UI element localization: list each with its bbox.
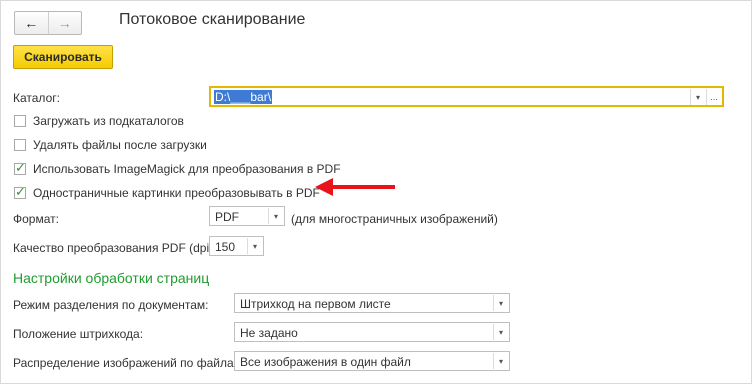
split-mode-value: Штрихкод на первом листе: [240, 297, 391, 311]
section-title: Настройки обработки страниц: [13, 270, 210, 286]
quality-label: Качество преобразования PDF (dpi):: [13, 241, 217, 255]
checkbox-imagemagick[interactable]: [14, 160, 26, 176]
checkbox-single-page-pdf-label: Одностраничные картинки преобразовывать …: [33, 186, 320, 200]
checkbox-imagemagick-label: Использовать ImageMagick для преобразова…: [33, 162, 341, 176]
quality-dropdown-button[interactable]: ▾: [247, 238, 262, 254]
format-value: PDF: [215, 210, 239, 224]
catalog-select-button[interactable]: ...: [706, 89, 721, 105]
navigation-buttons: ← →: [14, 11, 82, 35]
forward-button[interactable]: →: [49, 12, 82, 34]
image-distribution-label: Распределение изображений по файлам:: [13, 356, 246, 370]
catalog-dropdown-button[interactable]: ▾: [690, 89, 705, 105]
arrow-right-icon: →: [57, 15, 72, 31]
chevron-down-icon: ▾: [695, 92, 700, 102]
barcode-position-select[interactable]: Не задано ▾: [234, 322, 510, 342]
window: ← → Потоковое сканирование Сканировать К…: [0, 0, 752, 384]
annotation-arrow-icon: [315, 178, 395, 196]
page-title: Потоковое сканирование: [119, 11, 306, 28]
barcode-position-label: Положение штрихкода:: [13, 327, 144, 341]
split-mode-dropdown-button[interactable]: ▾: [493, 295, 508, 311]
catalog-value: D:\___bar\: [214, 90, 273, 104]
image-distribution-select[interactable]: Все изображения в один файл ▾: [234, 351, 510, 371]
barcode-position-value: Не задано: [240, 326, 298, 340]
scan-button[interactable]: Сканировать: [13, 45, 113, 69]
catalog-label: Каталог:: [13, 91, 60, 105]
format-hint: (для многостраничных изображений): [291, 212, 498, 226]
chevron-down-icon: ▾: [498, 356, 503, 366]
chevron-down-icon: ▾: [498, 327, 503, 337]
arrow-left-icon: ←: [24, 15, 39, 31]
checkbox-subfolders[interactable]: [14, 115, 26, 127]
catalog-input[interactable]: D:\___bar\ ▾ ...: [209, 86, 724, 107]
image-distribution-value: Все изображения в один файл: [240, 355, 411, 369]
chevron-down-icon: ▾: [273, 211, 278, 221]
checkbox-delete-files-label: Удалять файлы после загрузки: [33, 138, 207, 152]
checkbox-single-page-pdf[interactable]: [14, 184, 26, 200]
split-mode-select[interactable]: Штрихкод на первом листе ▾: [234, 293, 510, 313]
checkbox-delete-files[interactable]: [14, 139, 26, 151]
format-select[interactable]: PDF ▾: [209, 206, 285, 226]
format-label: Формат:: [13, 212, 59, 226]
back-button[interactable]: ←: [15, 12, 49, 34]
format-dropdown-button[interactable]: ▾: [268, 208, 283, 224]
split-mode-label: Режим разделения по документам:: [13, 298, 209, 312]
quality-select[interactable]: 150 ▾: [209, 236, 264, 256]
quality-value: 150: [215, 240, 236, 254]
image-distribution-dropdown-button[interactable]: ▾: [493, 353, 508, 369]
chevron-down-icon: ▾: [498, 298, 503, 308]
barcode-position-dropdown-button[interactable]: ▾: [493, 324, 508, 340]
checkbox-subfolders-label: Загружать из подкаталогов: [33, 114, 184, 128]
chevron-down-icon: ▾: [252, 241, 257, 251]
